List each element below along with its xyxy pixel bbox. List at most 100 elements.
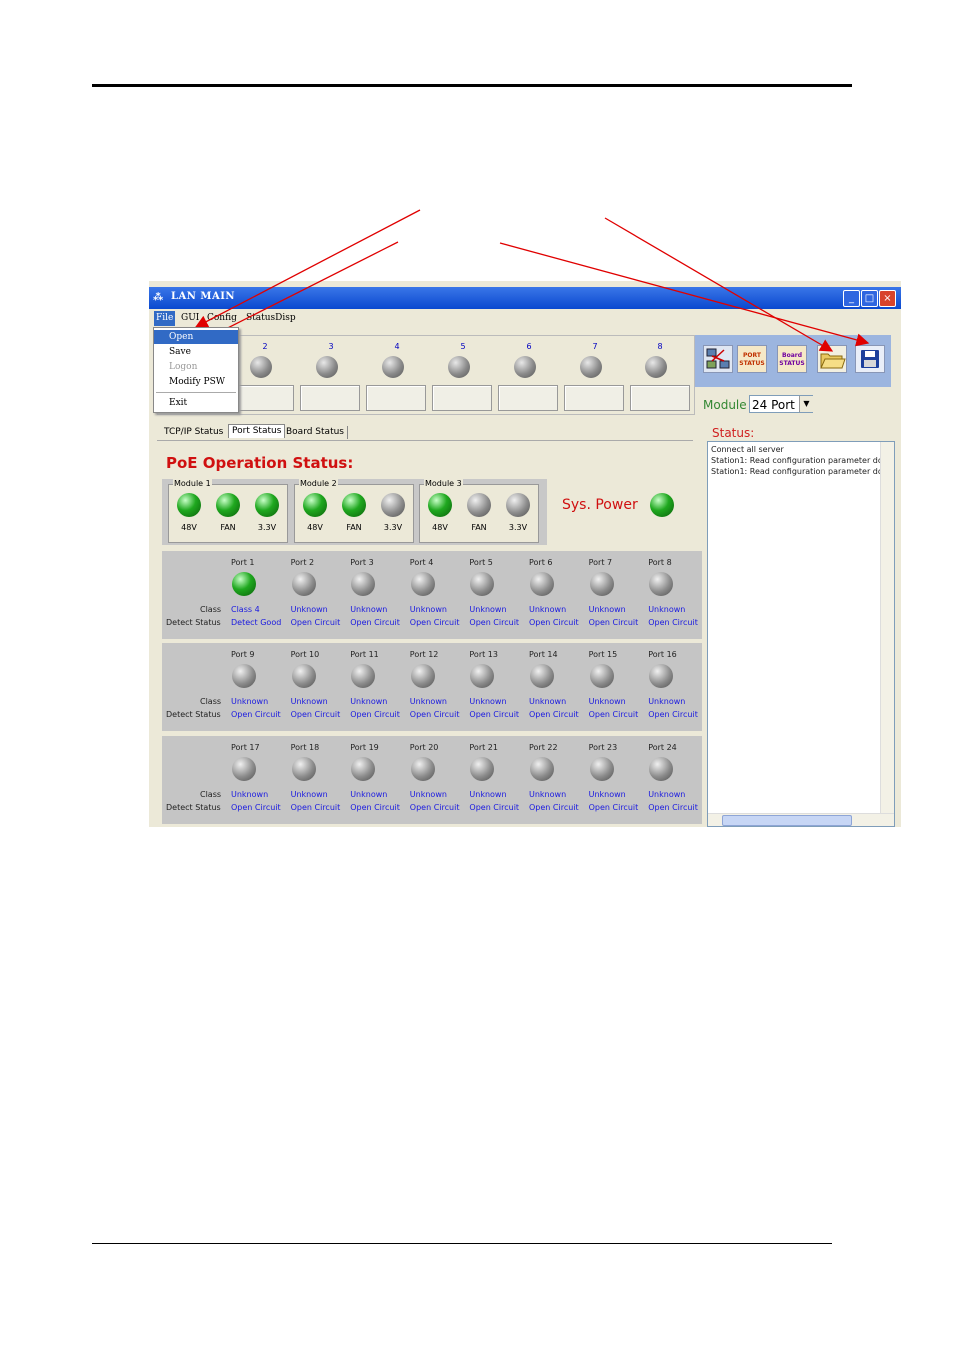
tab-tcpip-status[interactable]: TCP/IP Status	[161, 426, 226, 439]
module-led	[303, 493, 327, 517]
station-indicator[interactable]	[580, 356, 602, 378]
port-name: Port 2	[290, 558, 315, 567]
board-status-button[interactable]: Board STATUS	[777, 345, 807, 373]
station-indicator[interactable]	[316, 356, 338, 378]
station-indicator[interactable]	[645, 356, 667, 378]
station-indicator[interactable]	[382, 356, 404, 378]
port-class: Unknown	[469, 697, 507, 706]
port-name: Port 22	[529, 743, 558, 752]
port-led[interactable]	[410, 664, 435, 688]
station-box[interactable]	[564, 385, 624, 411]
module-led-label: 3.3V	[508, 523, 528, 532]
detect-row-label: Detect Status	[166, 803, 221, 812]
tab-port-status[interactable]: Port Status	[228, 424, 286, 438]
port-led[interactable]	[291, 757, 316, 781]
station-box[interactable]	[498, 385, 558, 411]
minimize-button[interactable]: _	[843, 290, 860, 307]
station-box[interactable]	[630, 385, 690, 411]
port-name: Port 8	[648, 558, 672, 567]
menu-item-exit[interactable]: Exit	[154, 396, 238, 410]
port-name: Port 23	[588, 743, 618, 752]
station-box[interactable]	[300, 385, 360, 411]
station-indicator[interactable]	[250, 356, 272, 378]
port-class: Unknown	[290, 790, 328, 799]
station-number: 7	[592, 342, 598, 351]
port-led[interactable]	[291, 572, 316, 596]
port-detect-status: Open Circuit	[231, 710, 281, 719]
station-box[interactable]	[432, 385, 492, 411]
port-name: Port 6	[529, 558, 553, 567]
port-class: Unknown	[648, 790, 686, 799]
station-indicator[interactable]	[514, 356, 536, 378]
tab-board-status[interactable]: Board Status	[283, 426, 348, 439]
port-led[interactable]	[410, 572, 435, 596]
port-led[interactable]	[530, 572, 554, 596]
port-led[interactable]	[530, 664, 554, 688]
port-led[interactable]	[470, 757, 495, 781]
menu-item-save[interactable]: Save	[154, 345, 238, 359]
module-led-label: 48V	[307, 523, 323, 532]
menu-gui[interactable]: GUI	[181, 313, 199, 323]
class-row-label: Class	[200, 790, 222, 799]
port-detect-status: Open Circuit	[588, 710, 639, 719]
port-detect-status: Open Circuit	[648, 803, 698, 812]
port-led[interactable]	[649, 757, 674, 781]
port-name: Port 15	[588, 650, 618, 659]
port-led[interactable]	[589, 664, 614, 688]
module-led	[216, 493, 240, 517]
port-name: Port 19	[350, 743, 379, 752]
port-led[interactable]	[530, 757, 554, 781]
port-name: Port 18	[290, 743, 320, 752]
open-folder-button[interactable]	[817, 345, 847, 373]
port-led[interactable]	[649, 572, 674, 596]
port-class: Unknown	[231, 790, 269, 799]
port-led[interactable]	[470, 664, 495, 688]
title-bar[interactable]: ⁂ LAN MAIN _ □ ×	[149, 287, 901, 309]
menu-item-logon: Logon	[169, 362, 198, 372]
port-led[interactable]	[232, 572, 256, 596]
station-indicator[interactable]	[448, 356, 470, 378]
port-class: Unknown	[588, 697, 626, 706]
module-led	[342, 493, 366, 517]
port-led[interactable]	[589, 572, 614, 596]
scroll-thumb[interactable]	[722, 815, 852, 826]
port-class: Unknown	[648, 605, 686, 614]
module-led-label: 3.3V	[383, 523, 403, 532]
save-disk-button[interactable]	[855, 345, 885, 373]
port-led[interactable]	[351, 664, 376, 688]
status-log[interactable]: Connect all server Station1: Read config…	[707, 441, 895, 827]
vertical-scrollbar[interactable]	[880, 442, 894, 814]
horizontal-scrollbar[interactable]	[708, 813, 894, 826]
module-title: Module 2	[299, 479, 338, 488]
port-led[interactable]	[232, 664, 256, 688]
port-led[interactable]	[589, 757, 614, 781]
port-led[interactable]	[291, 664, 316, 688]
chevron-down-icon[interactable]: ▼	[799, 396, 813, 412]
port-led[interactable]	[232, 757, 256, 781]
port-class: Unknown	[469, 605, 507, 614]
network-config-button[interactable]	[703, 345, 733, 373]
menu-config[interactable]: Config	[207, 313, 237, 323]
port-led[interactable]	[351, 757, 376, 781]
maximize-button[interactable]: □	[861, 290, 878, 307]
station-box[interactable]	[234, 385, 294, 411]
port-led[interactable]	[351, 572, 376, 596]
module-led	[177, 493, 201, 517]
port-led[interactable]	[410, 757, 435, 781]
menu-statusdisp[interactable]: StatusDisp	[246, 313, 296, 323]
port-status-button[interactable]: PORT STATUS	[737, 345, 767, 373]
status-label: Status:	[712, 426, 755, 440]
module-led-label: 48V	[432, 523, 448, 532]
close-button[interactable]: ×	[879, 290, 896, 307]
port-led[interactable]	[470, 572, 495, 596]
port-led[interactable]	[649, 664, 674, 688]
menu-item-open[interactable]: Open	[154, 330, 238, 344]
menu-file[interactable]: File	[154, 311, 176, 326]
menu-item-modify-psw[interactable]: Modify PSW	[154, 375, 238, 389]
module-led	[467, 493, 491, 517]
floppy-disk-icon	[861, 350, 879, 368]
port-name: Port 20	[409, 743, 439, 752]
station-box[interactable]	[366, 385, 426, 411]
port-detect-status: Open Circuit	[529, 710, 579, 719]
port-name: Port 3	[350, 558, 374, 567]
